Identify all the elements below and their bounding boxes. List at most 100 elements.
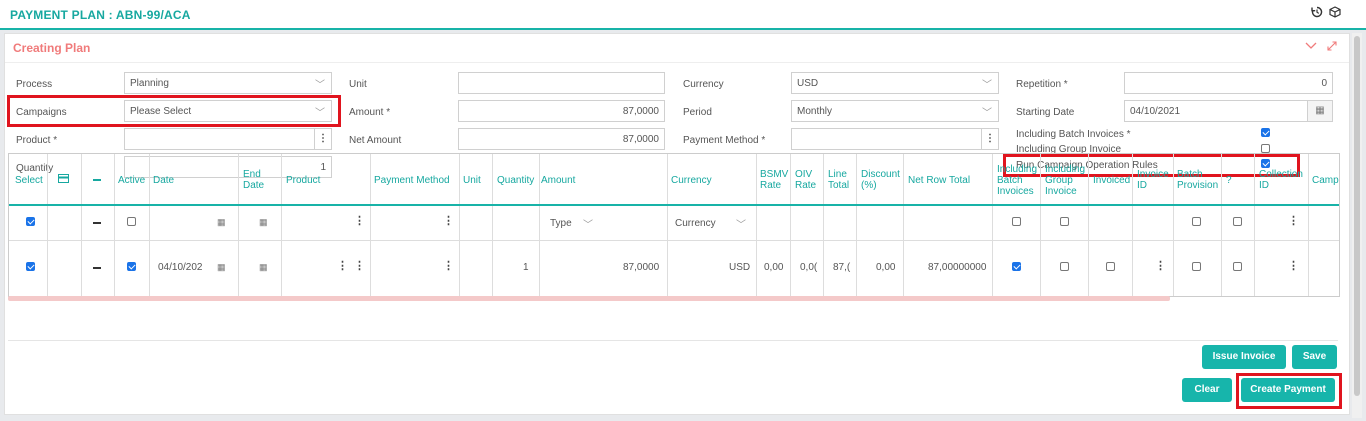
type-filter[interactable]: Type <box>550 218 572 229</box>
minus-icon[interactable] <box>93 222 101 224</box>
net-amount-field[interactable]: 87,0000 <box>458 128 665 150</box>
more-options-icon[interactable]: ⋮ <box>1155 259 1166 272</box>
active-filter-checkbox[interactable] <box>127 217 136 226</box>
header-discount[interactable]: Discount (%) <box>861 169 900 191</box>
grid-horizontal-scrollbar[interactable] <box>8 296 1170 301</box>
row-quantity[interactable]: 1 <box>523 262 529 273</box>
product-field[interactable]: ⋮ <box>124 128 332 150</box>
history-icon[interactable] <box>1310 6 1324 20</box>
row-amount[interactable]: 87,0000 <box>623 262 659 273</box>
header-active[interactable]: Active <box>118 175 145 186</box>
row-currency[interactable]: USD <box>729 262 750 273</box>
header-invoice-id[interactable]: Invoice ID <box>1137 169 1169 191</box>
cube-icon[interactable] <box>1328 6 1342 20</box>
chevron-down-icon[interactable] <box>1305 40 1317 54</box>
row-inc-batch-checkbox[interactable] <box>1012 262 1021 271</box>
header-batch-provision[interactable]: Batch Provision <box>1177 169 1218 191</box>
header-currency[interactable]: Currency <box>671 175 712 186</box>
more-options-icon[interactable]: ⋮ <box>443 214 454 227</box>
row-oiv-rate[interactable]: 0,0( <box>800 262 817 273</box>
row-net-row-total[interactable]: 87,00000000 <box>928 262 986 273</box>
header-net-row-total[interactable]: Net Row Total <box>908 175 970 186</box>
row-invoiced-checkbox[interactable] <box>1106 262 1115 271</box>
page-title: PAYMENT PLAN : ABN-99/ACA <box>10 8 191 22</box>
row-active-checkbox[interactable] <box>127 262 136 271</box>
more-options-icon[interactable]: ⋮ <box>443 259 454 272</box>
row-date[interactable]: 04/10/202 <box>158 262 203 273</box>
including-group-invoice-checkbox[interactable] <box>1261 144 1270 153</box>
batch-prov-filter-checkbox[interactable] <box>1192 217 1201 226</box>
more-options-icon[interactable]: ⋮ <box>981 129 998 149</box>
more-options-icon[interactable]: ⋮ <box>354 259 365 272</box>
process-select[interactable]: Planning ﹀ <box>124 72 332 94</box>
header-oiv-rate[interactable]: OIV Rate <box>795 169 816 191</box>
create-payment-button[interactable]: Create Payment <box>1241 378 1335 402</box>
header-line-total[interactable]: Line Total <box>828 169 849 191</box>
row-inc-group-checkbox[interactable] <box>1060 262 1069 271</box>
panel-divider <box>5 62 1349 63</box>
header-end-date[interactable]: End Date <box>243 169 264 191</box>
more-options-icon[interactable]: ⋮ <box>354 214 365 227</box>
repetition-label: Repetition * <box>1016 79 1068 90</box>
calendar-icon[interactable]: ▦ <box>259 217 268 228</box>
inc-group-filter-checkbox[interactable] <box>1060 217 1069 226</box>
inc-batch-filter-checkbox[interactable] <box>1012 217 1021 226</box>
header-inc-group-line2: Group <box>1045 175 1073 186</box>
header-product[interactable]: Product <box>286 175 320 186</box>
clear-button[interactable]: Clear <box>1182 378 1232 402</box>
header-including-batch-invoices[interactable]: Including Batch Invoices <box>997 164 1037 197</box>
header-quantity[interactable]: Quantity <box>497 175 534 186</box>
row-line-total[interactable]: 87,( <box>833 262 850 273</box>
header-inc-batch-line2: Batch <box>997 175 1023 186</box>
header-amount[interactable]: Amount <box>541 175 575 186</box>
currency-select[interactable]: USD ﹀ <box>791 72 999 94</box>
save-button[interactable]: Save <box>1292 345 1337 369</box>
calendar-icon[interactable]: ▦ <box>217 262 226 273</box>
calendar-icon[interactable]: ▦ <box>1307 101 1332 121</box>
header-inc-batch-line1: Including <box>997 164 1038 175</box>
period-value: Monthly <box>797 106 833 117</box>
header-collection-id[interactable]: Collection ID <box>1259 169 1303 191</box>
payment-method-field[interactable]: ⋮ <box>791 128 999 150</box>
calendar-icon[interactable]: ▦ <box>259 262 268 273</box>
header-select[interactable]: Select <box>15 175 43 186</box>
issue-invoice-button[interactable]: Issue Invoice <box>1202 345 1286 369</box>
header-line-total-line1: Line <box>828 169 847 180</box>
more-options-icon[interactable]: ⋮ <box>337 259 348 272</box>
row-bsmv-rate[interactable]: 0,00 <box>764 262 783 273</box>
header-date[interactable]: Date <box>153 175 174 186</box>
more-options-icon[interactable]: ⋮ <box>1288 214 1299 227</box>
repetition-field[interactable]: 0 <box>1124 72 1333 94</box>
question-filter-checkbox[interactable] <box>1233 217 1242 226</box>
minus-icon[interactable] <box>93 267 101 269</box>
row-discount[interactable]: 0,00 <box>876 262 895 273</box>
starting-date-field[interactable]: 04/10/2021 ▦ <box>1124 100 1333 122</box>
amount-label: Amount * <box>349 107 391 118</box>
header-bsmv-rate[interactable]: BSMV Rate <box>760 169 788 191</box>
header-payment-method[interactable]: Payment Method <box>374 175 450 186</box>
select-all-checkbox[interactable] <box>26 217 35 226</box>
calendar-icon[interactable]: ▦ <box>217 217 226 228</box>
minus-icon[interactable] <box>93 179 101 181</box>
header-invoiced[interactable]: Invoiced <box>1093 175 1130 186</box>
unit-field[interactable] <box>458 72 665 94</box>
expand-icon[interactable] <box>1327 40 1337 54</box>
header-unit[interactable]: Unit <box>463 175 481 186</box>
currency-filter[interactable]: Currency <box>675 218 716 229</box>
campaigns-select[interactable]: Please Select ﹀ <box>124 100 332 122</box>
header-campaign[interactable]: Campa <box>1312 175 1339 186</box>
amount-field[interactable]: 87,0000 <box>458 100 665 122</box>
page-scrollbar-thumb[interactable] <box>1354 36 1360 396</box>
row-batch-prov-checkbox[interactable] <box>1192 262 1201 271</box>
row-select-checkbox[interactable] <box>26 262 35 271</box>
header-including-group-invoice[interactable]: Including Group Invoice <box>1045 164 1085 197</box>
row-question-checkbox[interactable] <box>1233 262 1242 271</box>
including-batch-invoices-checkbox[interactable] <box>1261 128 1270 137</box>
header-question[interactable]: ? <box>1226 175 1232 186</box>
period-label: Period <box>683 107 712 118</box>
more-options-icon[interactable]: ⋮ <box>1288 259 1299 272</box>
period-select[interactable]: Monthly ﹀ <box>791 100 999 122</box>
more-options-icon[interactable]: ⋮ <box>314 129 331 149</box>
currency-value: USD <box>797 78 819 89</box>
repetition-value: 0 <box>1321 78 1327 89</box>
